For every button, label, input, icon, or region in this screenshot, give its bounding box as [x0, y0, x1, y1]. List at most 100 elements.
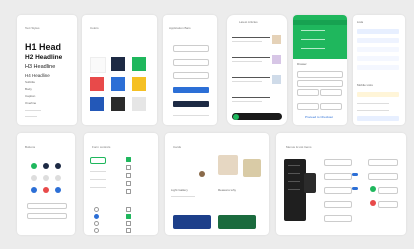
field-underline [90, 171, 106, 172]
menu-field[interactable] [378, 201, 398, 208]
phone-list-title: Latest Articles [239, 20, 258, 24]
button-secondary[interactable] [27, 213, 67, 219]
appbar-bottom-nav[interactable] [173, 115, 209, 122]
menus-title: Menus & List Items [286, 145, 312, 149]
menu-field[interactable] [324, 201, 352, 208]
drawer-field[interactable] [297, 71, 343, 78]
checkout-link[interactable]: Proceed to Checkout [305, 116, 333, 119]
list-row[interactable] [357, 65, 399, 70]
typography-title: Text Styles [25, 26, 40, 30]
drawer-field[interactable] [297, 80, 343, 87]
list-row[interactable] [357, 56, 399, 61]
radio[interactable] [94, 228, 99, 233]
radio[interactable] [94, 221, 99, 226]
appbar-light-1[interactable] [173, 45, 209, 52]
color-swatch-blue [111, 77, 125, 91]
menu-field[interactable] [324, 159, 352, 166]
article-line [232, 57, 270, 58]
menus-card: Menus & List Items [276, 133, 406, 235]
appbar-title: Application Bars [169, 26, 191, 30]
button-dot[interactable] [55, 163, 61, 169]
fab-icon[interactable] [233, 113, 239, 120]
checkbox[interactable] [126, 181, 131, 186]
checkbox[interactable] [126, 228, 131, 233]
button-dot[interactable] [43, 163, 49, 169]
drawer-field[interactable] [320, 89, 342, 96]
text-field[interactable] [90, 157, 106, 164]
button-dot[interactable] [31, 187, 37, 193]
toggle[interactable] [352, 187, 358, 190]
drawer-title: Drawer [297, 62, 307, 66]
menu-field[interactable] [324, 187, 352, 194]
drawer-field[interactable] [297, 89, 319, 96]
gallery-image [218, 155, 238, 175]
menu-field[interactable] [368, 159, 398, 166]
checkbox[interactable] [126, 173, 131, 178]
forms-title: Form controls [92, 145, 111, 149]
appbar-light-3[interactable] [173, 72, 209, 79]
list-line [357, 110, 389, 111]
checkbox[interactable] [126, 157, 131, 162]
avatar-icon [370, 200, 376, 206]
dark-menu[interactable] [284, 159, 306, 221]
list-row[interactable] [357, 38, 399, 43]
menu-line [288, 173, 300, 174]
menu-field[interactable] [324, 173, 352, 180]
phone-bottom-bar[interactable] [232, 113, 282, 120]
buttons-title: Buttons [25, 145, 36, 149]
card-subtitle-2: Reasons why [218, 188, 237, 192]
drawer-field[interactable] [320, 103, 342, 110]
radio[interactable] [94, 207, 99, 212]
toggle[interactable] [352, 173, 358, 176]
dark-card[interactable] [173, 215, 211, 229]
article-thumb [272, 75, 281, 84]
menu-field[interactable] [368, 173, 398, 180]
list-row-highlight[interactable] [357, 92, 399, 97]
color-swatch-yellow [132, 77, 146, 91]
forms-card: Form controls [84, 133, 158, 235]
radio[interactable] [94, 214, 99, 219]
menu-line [288, 189, 300, 190]
button-primary[interactable] [27, 203, 67, 209]
list-row-selected[interactable] [357, 29, 399, 34]
button-dot[interactable] [43, 187, 49, 193]
field-underline [90, 179, 106, 180]
card-subtitle: Light Gallery [171, 188, 188, 192]
button-dot[interactable] [31, 163, 37, 169]
typography-card: Text Styles H1 Head H2 Headline H3 Headl… [17, 15, 77, 125]
checkbox[interactable] [126, 165, 131, 170]
article-line [232, 77, 270, 78]
checkbox[interactable] [126, 221, 131, 226]
menu-field[interactable] [324, 215, 352, 222]
list-row[interactable] [357, 47, 399, 52]
color-swatch-red [90, 77, 104, 91]
overline-sample: Overline [25, 101, 37, 105]
caption-sample: Caption [25, 94, 36, 98]
list-row-active[interactable] [357, 116, 399, 121]
color-swatch-charcoal [111, 97, 125, 111]
checkbox[interactable] [126, 207, 131, 212]
drawer-field[interactable] [297, 103, 319, 110]
appbar-blue[interactable] [173, 87, 209, 93]
phone-list-card: Latest Articles [227, 15, 287, 125]
dark-submenu[interactable] [304, 173, 316, 193]
appbar-light-2[interactable] [173, 59, 209, 66]
right-list-section: Mobile Lists [357, 83, 373, 87]
green-card[interactable] [218, 215, 256, 229]
checkbox[interactable] [126, 189, 131, 194]
button-dot[interactable] [55, 175, 61, 181]
avatar-icon [370, 186, 376, 192]
article-line [232, 101, 262, 102]
color-swatch-green [132, 57, 146, 71]
menu-field[interactable] [378, 187, 398, 194]
drawer-item-1[interactable] [293, 20, 347, 25]
color-swatch-white [90, 57, 106, 73]
checkbox[interactable] [126, 214, 131, 219]
button-dot[interactable] [31, 175, 37, 181]
appbar-navy[interactable] [173, 101, 209, 107]
field-underline [90, 187, 106, 188]
color-swatch-grey [132, 97, 146, 111]
button-dot[interactable] [43, 175, 49, 181]
button-dot[interactable] [55, 187, 61, 193]
menu-line [288, 165, 300, 166]
